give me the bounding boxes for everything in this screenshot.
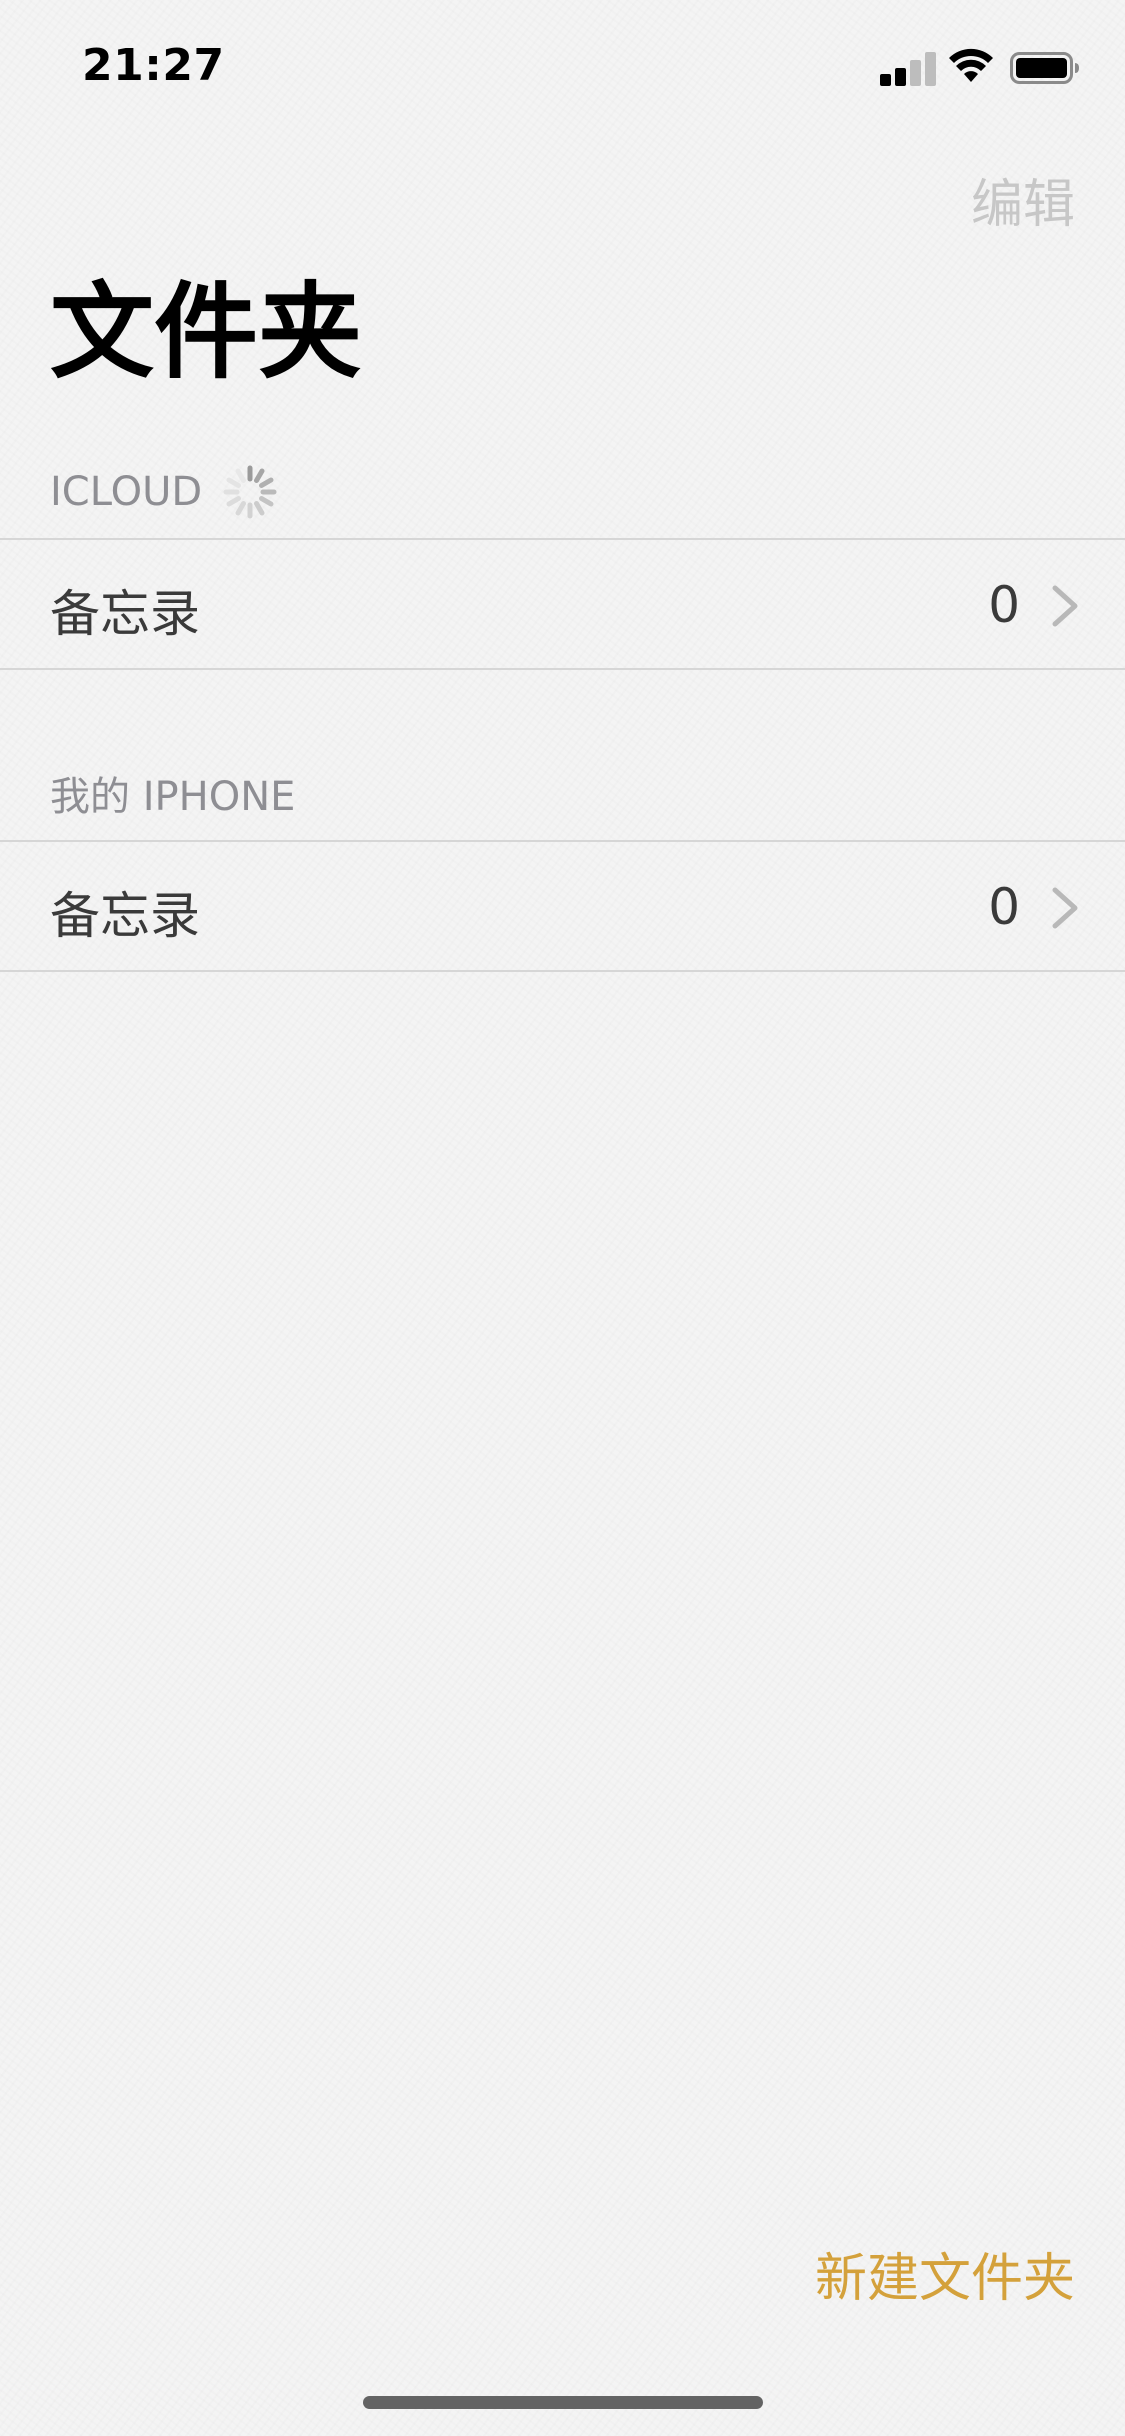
chevron-right-icon — [1052, 887, 1078, 929]
chevron-right-icon — [1052, 585, 1078, 627]
folder-name: 备忘录 — [50, 585, 200, 643]
folder-note-count: 0 — [988, 878, 1020, 936]
page-title: 文件夹 — [50, 271, 363, 393]
wifi-icon — [949, 48, 993, 82]
battery-icon — [1010, 52, 1079, 84]
section-header-label: 我的 IPHONE — [50, 774, 296, 820]
new-folder-button[interactable]: 新建文件夹 — [815, 2236, 1075, 2311]
section-header-iphone: 我的 IPHONE — [50, 764, 295, 822]
status-bar: 21:27 — [0, 0, 1125, 140]
folder-name: 备忘录 — [50, 887, 200, 945]
status-time: 21:27 — [82, 40, 225, 91]
section-header-icloud: ICLOUD — [50, 462, 280, 522]
section-header-label: ICLOUD — [50, 469, 203, 515]
loading-spinner-icon — [223, 465, 277, 519]
edit-button[interactable]: 编辑 — [971, 162, 1075, 237]
folder-row-icloud-notes[interactable]: 备忘录 0 — [0, 538, 1125, 670]
cellular-signal-icon — [880, 50, 936, 86]
home-indicator[interactable] — [363, 2396, 763, 2409]
folder-note-count: 0 — [988, 576, 1020, 634]
folder-row-iphone-notes[interactable]: 备忘录 0 — [0, 840, 1125, 972]
